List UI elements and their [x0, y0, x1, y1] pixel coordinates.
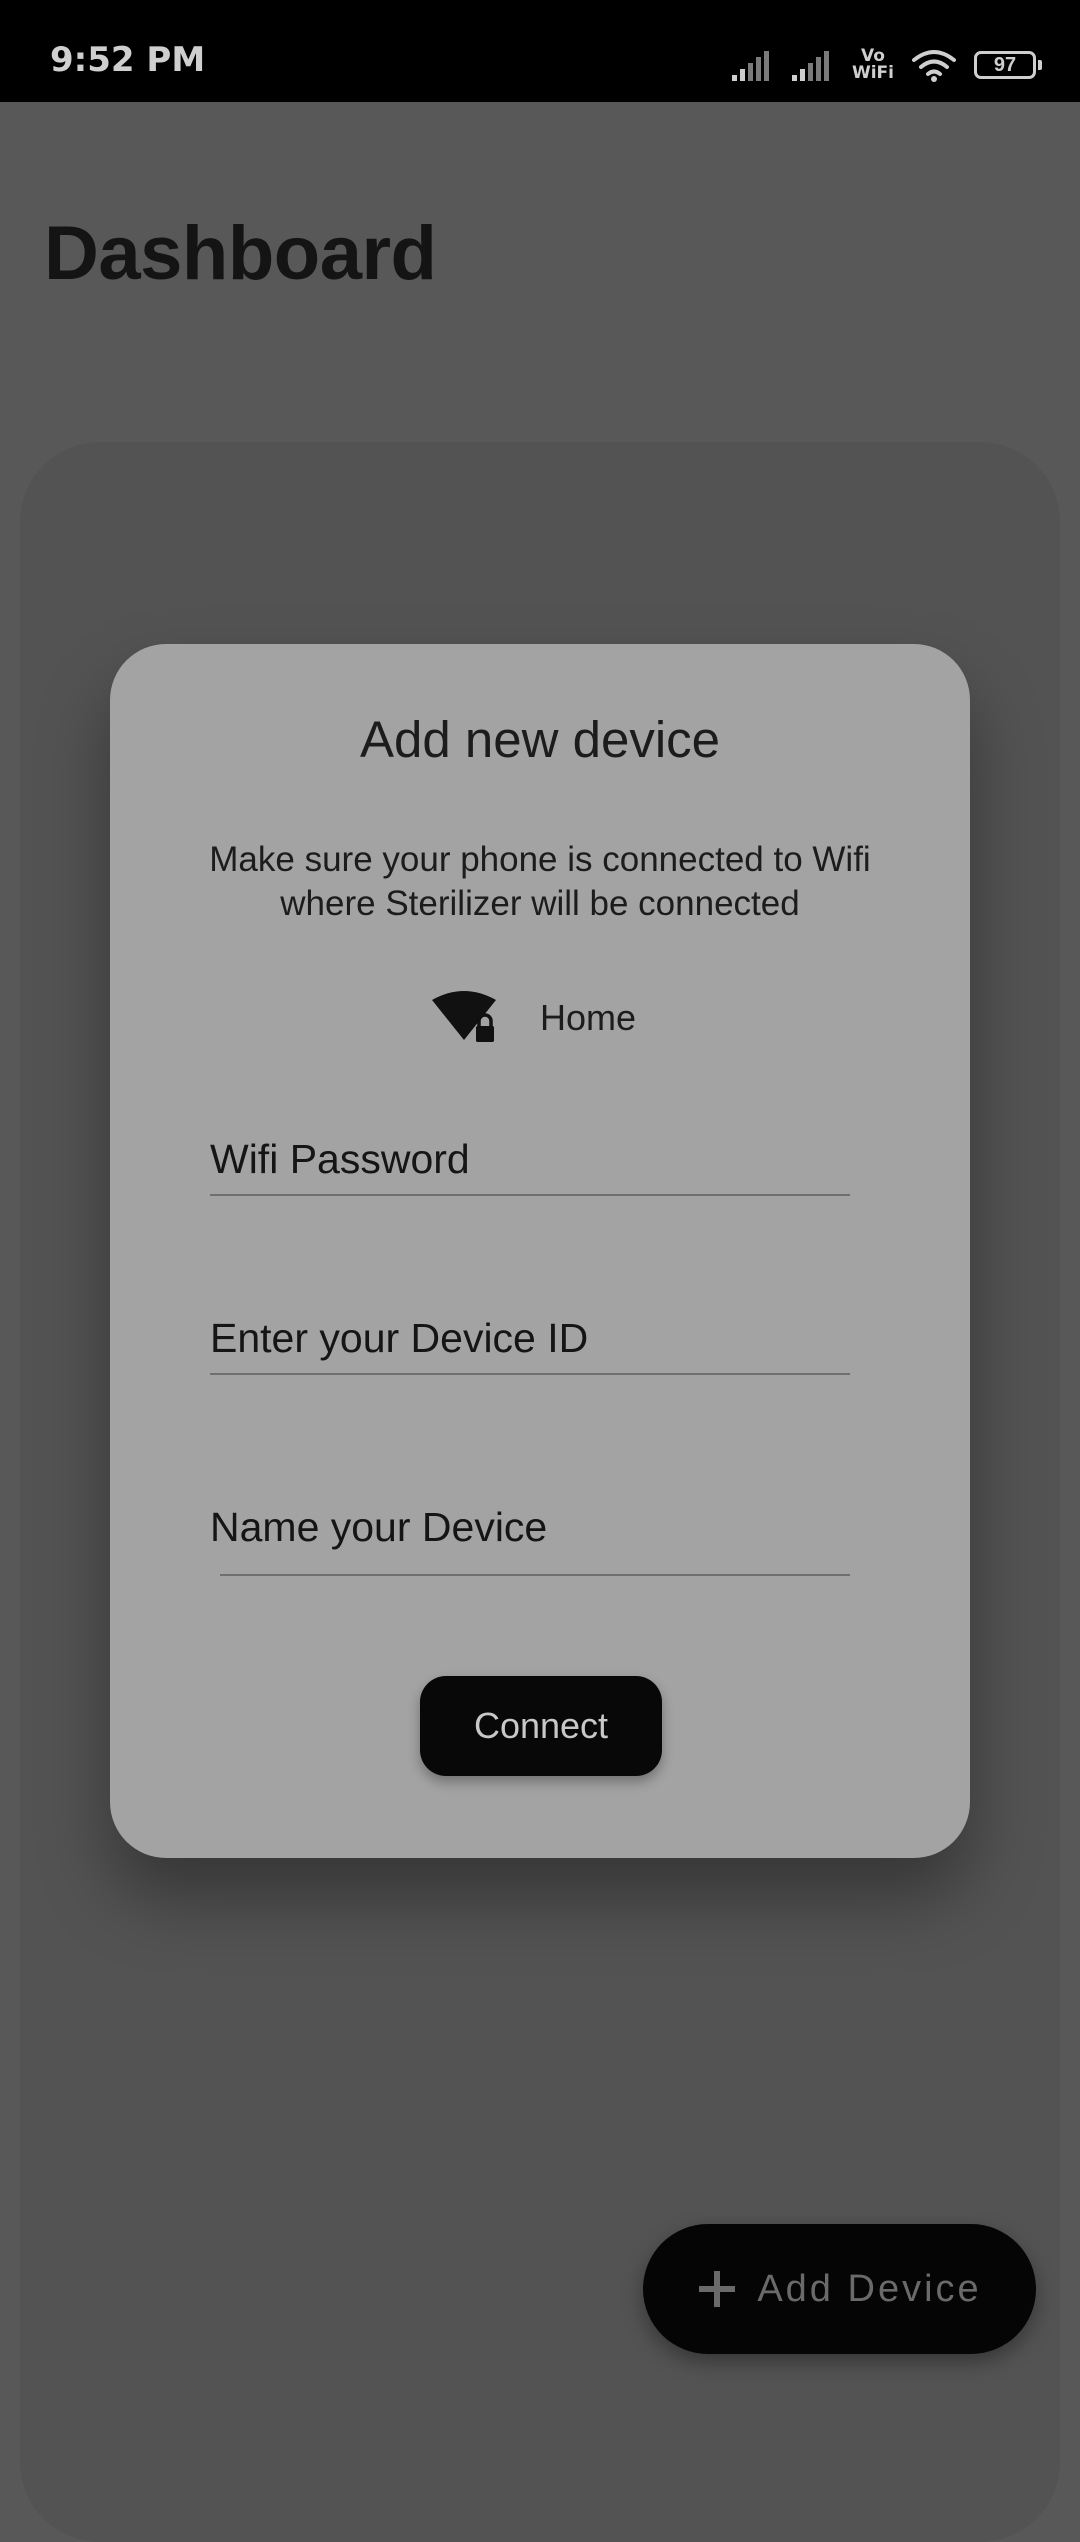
signal-icon	[731, 51, 769, 81]
wifi-password-field-wrapper	[210, 1124, 850, 1196]
status-bar: 9:52 PM Vo WiFi 97	[0, 0, 1080, 102]
device-name-field-wrapper: Name your Device	[210, 1460, 850, 1576]
device-id-field[interactable]	[210, 1303, 850, 1375]
dialog-title: Add new device	[359, 711, 721, 768]
battery-level: 97	[993, 53, 1017, 76]
connect-button[interactable]: Connect	[420, 1676, 662, 1776]
signal-icon	[791, 51, 829, 81]
network-name: Home	[540, 997, 637, 1038]
add-device-button[interactable]: Add Device	[643, 2224, 1036, 2354]
status-time: 9:52 PM	[50, 40, 206, 80]
device-id-field-wrapper	[210, 1303, 850, 1375]
battery-icon: 97	[974, 51, 1042, 79]
plus-icon	[699, 2271, 736, 2307]
volte-wifi-icon: Vo WiFi	[852, 48, 894, 82]
add-device-dialog: Add new device Make sure your phone is c…	[110, 644, 970, 1858]
wifi-calling-label: WiFi	[851, 63, 894, 83]
device-name-field[interactable]	[220, 1504, 850, 1576]
network-row: Home	[430, 988, 636, 1048]
dialog-message: Make sure your phone is connected to Wif…	[209, 840, 871, 923]
status-icons: Vo WiFi 97	[731, 40, 1042, 90]
add-device-label: Add Device	[757, 2267, 982, 2310]
wifi-password-field[interactable]	[210, 1124, 850, 1196]
wifi-icon	[912, 50, 956, 82]
page-title: Dashboard	[44, 211, 437, 296]
wifi-lock-icon	[432, 991, 496, 1042]
